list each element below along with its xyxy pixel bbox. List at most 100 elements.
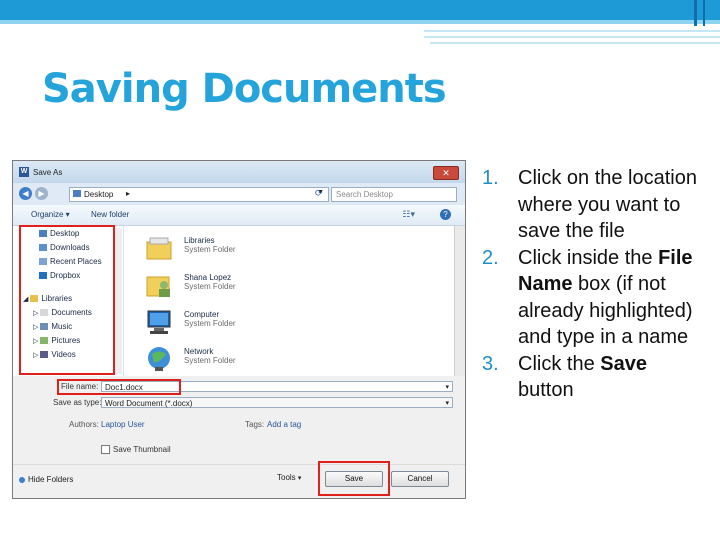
desktop-icon — [73, 190, 81, 197]
step-number: 2. — [482, 246, 499, 269]
expand-arrow-icon[interactable]: ▷ — [33, 310, 38, 317]
nav-item-label: Downloads — [50, 243, 90, 252]
dropbox-icon — [39, 272, 47, 280]
tools-button[interactable]: Tools ▾ — [277, 473, 301, 482]
save-as-type-value: Word Document (*.docx) — [105, 399, 193, 408]
instruction-steps: 1. Click on the location where you want … — [478, 165, 708, 404]
step-3: 3. Click the Save button — [478, 351, 708, 404]
header-stripe — [424, 36, 720, 38]
nav-item-label: Videos — [51, 350, 76, 359]
view-options-icon[interactable]: ☷▾ — [402, 209, 415, 220]
tags-value[interactable]: Add a tag — [267, 420, 301, 429]
save-thumbnail-label: Save Thumbnail — [113, 445, 171, 454]
hide-folders-label: Hide Folders — [28, 475, 74, 484]
dialog-toolbar: Organize ▾ New folder ☷▾ ? — [13, 205, 465, 226]
chevron-down-icon: ▾ — [297, 475, 302, 482]
step-number: 3. — [482, 352, 499, 375]
nav-item-downloads[interactable]: Downloads — [39, 243, 90, 252]
file-type: System Folder — [184, 282, 236, 291]
network-icon — [148, 347, 170, 371]
navigation-pane: Desktop Downloads Recent Places Dropbox … — [13, 226, 124, 376]
expand-arrow-icon[interactable]: ▷ — [33, 352, 38, 359]
nav-item-label: Documents — [51, 308, 92, 317]
recent-places-icon — [39, 258, 47, 266]
nav-item-desktop[interactable]: Desktop — [39, 229, 79, 238]
hide-folders-toggle[interactable]: Hide Folders — [19, 475, 73, 484]
computer-icon — [147, 310, 171, 334]
address-text: Desktop — [84, 190, 114, 199]
music-icon — [40, 323, 49, 331]
step-2: 2. Click inside the File Name box (if no… — [478, 245, 708, 351]
videos-icon — [40, 351, 49, 359]
save-as-type-select[interactable]: Word Document (*.docx) ▾ — [101, 397, 453, 408]
nav-item-label: Libraries — [41, 294, 73, 303]
expand-arrow-icon[interactable]: ▷ — [33, 338, 38, 345]
nav-item-label: Music — [51, 322, 73, 331]
nav-item-documents[interactable]: ▷ Documents — [33, 308, 92, 317]
libraries-icon — [30, 295, 39, 303]
dialog-footer: Hide Folders Tools ▾ Save Cancel — [13, 464, 465, 498]
header-bar-divider — [0, 24, 720, 26]
header-stripe — [430, 42, 720, 44]
address-field[interactable]: Desktop ▸ ▼ — [69, 187, 329, 202]
dialog-title: Save As — [33, 168, 63, 177]
nav-item-dropbox[interactable]: Dropbox — [39, 271, 80, 280]
file-type: System Folder — [184, 319, 236, 328]
nav-item-libraries[interactable]: ◢ Libraries — [23, 294, 72, 303]
chevron-down-icon[interactable]: ▾ — [445, 382, 449, 393]
nav-item-label: Recent Places — [50, 257, 102, 266]
libraries-icon — [146, 237, 172, 260]
file-name: Network — [184, 347, 214, 356]
nav-item-videos[interactable]: ▷ Videos — [33, 350, 76, 359]
nav-item-recent-places[interactable]: Recent Places — [39, 257, 102, 266]
nav-scrollbar[interactable] — [113, 228, 122, 374]
file-name: Shana Lopez — [184, 273, 232, 282]
step-emphasis: Save — [600, 352, 647, 375]
save-fields: File name: Doc1.docx ▾ Save as type: Wor… — [13, 376, 465, 466]
expand-arrow-icon[interactable]: ◢ — [23, 296, 28, 303]
file-type: System Folder — [184, 245, 236, 254]
file-list: Libraries System Folder Shana Lopez Syst… — [124, 226, 454, 376]
word-app-icon: W — [19, 167, 29, 177]
close-icon[interactable]: ✕ — [433, 166, 459, 180]
file-name-field[interactable]: Doc1.docx ▾ — [101, 381, 453, 392]
file-name: Libraries — [184, 236, 215, 245]
help-icon[interactable]: ? — [440, 209, 451, 220]
back-arrow-icon[interactable]: ◀ — [19, 187, 32, 200]
nav-item-label: Desktop — [50, 229, 80, 238]
pictures-icon — [40, 337, 49, 345]
header-tick — [694, 0, 697, 26]
step-text: button — [518, 379, 574, 401]
slide-title: Saving Documents — [42, 66, 447, 112]
breadcrumb-arrow-icon[interactable]: ▸ — [126, 189, 130, 198]
save-thumbnail-checkbox[interactable] — [101, 445, 110, 454]
cancel-button[interactable]: Cancel — [391, 471, 449, 487]
save-button[interactable]: Save — [325, 471, 383, 487]
chevron-down-icon[interactable]: ▾ — [445, 398, 449, 409]
forward-arrow-icon[interactable]: ▶ — [35, 187, 48, 200]
file-type: System Folder — [184, 356, 236, 365]
step-text: Click inside the — [518, 246, 659, 269]
downloads-icon — [39, 244, 47, 252]
documents-icon — [40, 309, 49, 317]
organize-button[interactable]: Organize ▾ — [31, 210, 70, 219]
nav-item-label: Dropbox — [50, 271, 81, 280]
desktop-icon — [39, 230, 47, 238]
new-folder-button[interactable]: New folder — [91, 210, 129, 219]
refresh-icon[interactable]: ⟳ — [315, 188, 323, 199]
tools-label: Tools — [277, 473, 296, 482]
nav-item-music[interactable]: ▷ Music — [33, 322, 72, 331]
step-1: 1. Click on the location where you want … — [478, 165, 708, 245]
address-bar: ◀ ▶ Desktop ▸ ▼ ⟳ Search Desktop — [13, 183, 465, 205]
search-input[interactable]: Search Desktop — [331, 187, 457, 202]
file-list-scrollbar[interactable] — [454, 226, 465, 376]
save-as-type-label: Save as type: — [53, 398, 102, 407]
authors-value[interactable]: Laptop User — [101, 420, 145, 429]
file-name-label: File name: — [61, 382, 99, 391]
expand-arrow-icon[interactable]: ▷ — [33, 324, 38, 331]
nav-item-pictures[interactable]: ▷ Pictures — [33, 336, 80, 345]
file-name: Computer — [184, 310, 220, 319]
search-placeholder: Search Desktop — [336, 190, 393, 199]
nav-item-label: Pictures — [51, 336, 81, 345]
step-text: Click the — [518, 352, 601, 375]
